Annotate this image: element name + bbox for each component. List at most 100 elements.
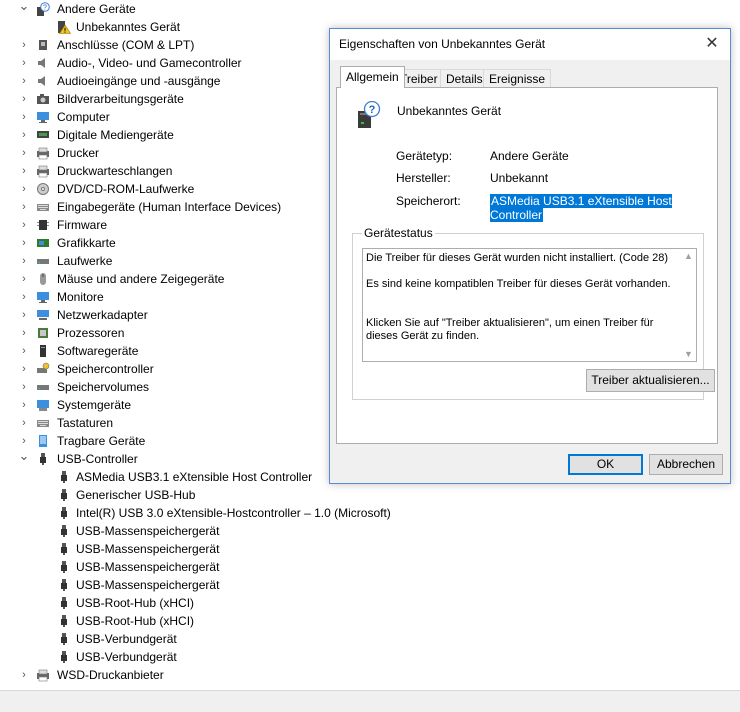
chevron-right-icon[interactable]: › xyxy=(18,72,30,90)
usb-icon xyxy=(57,560,71,574)
chevron-right-icon[interactable]: › xyxy=(18,126,30,144)
printer-icon xyxy=(36,146,50,160)
tree-device[interactable]: USB-Massenspeichergerät xyxy=(0,576,740,594)
tree-item-label: USB-Verbundgerät xyxy=(76,650,177,664)
tree-item-label: Tragbare Geräte xyxy=(57,434,146,448)
tree-item-label: Tastaturen xyxy=(57,416,114,430)
tree-item-label: USB-Root-Hub (xHCI) xyxy=(76,596,195,610)
tree-item-label: Digitale Mediengeräte xyxy=(57,128,174,142)
tree-item-label: Drucker xyxy=(57,146,100,160)
tree-item-label: USB-Massenspeichergerät xyxy=(76,578,220,592)
chevron-right-icon[interactable]: › xyxy=(18,234,30,252)
chevron-right-icon[interactable]: › xyxy=(18,396,30,414)
chevron-right-icon[interactable]: › xyxy=(18,54,30,72)
tab-ereignisse[interactable]: Ereignisse xyxy=(483,69,552,88)
chevron-right-icon[interactable]: › xyxy=(18,216,30,234)
usb-icon xyxy=(57,524,71,538)
device-type-label: Gerätetyp: xyxy=(396,149,453,163)
chevron-right-icon[interactable]: › xyxy=(18,90,30,108)
printer-icon xyxy=(36,164,50,178)
device-status-group: Gerätestatus Die Treiber für dieses Gerä… xyxy=(352,226,715,400)
scroll-up-icon[interactable]: ▲ xyxy=(681,251,696,261)
cancel-button[interactable]: Abbrechen xyxy=(649,454,723,475)
tree-device[interactable]: USB-Verbundgerät xyxy=(0,648,740,666)
svg-text:?: ? xyxy=(369,104,376,116)
chevron-down-icon[interactable]: ⌄ xyxy=(18,0,30,15)
tree-device[interactable]: USB-Massenspeichergerät xyxy=(0,540,740,558)
tree-item-label: Laufwerke xyxy=(57,254,113,268)
chevron-right-icon[interactable]: › xyxy=(18,252,30,270)
tree-category[interactable]: ⌄? Andere Geräte xyxy=(0,0,740,18)
tree-item-label: Monitore xyxy=(57,290,104,304)
device-status-textbox[interactable]: Die Treiber für dieses Gerät wurden nich… xyxy=(362,248,697,362)
tree-device[interactable]: USB-Verbundgerät xyxy=(0,630,740,648)
tree-item-label: ASMedia USB3.1 eXtensible Host Controlle… xyxy=(76,470,313,484)
chevron-right-icon[interactable]: › xyxy=(18,180,30,198)
chevron-right-icon[interactable]: › xyxy=(18,666,30,684)
usb-icon xyxy=(36,452,50,466)
media-device-icon xyxy=(36,128,50,142)
location-value-selected-text[interactable]: ASMedia USB3.1 eXtensible Host Controlle… xyxy=(490,194,672,222)
tree-item-label: Anschlüsse (COM & LPT) xyxy=(57,38,195,52)
chevron-right-icon[interactable]: › xyxy=(18,342,30,360)
usb-icon xyxy=(57,470,71,484)
tree-item-label: Druckwarteschlangen xyxy=(57,164,173,178)
unknown-device-icon: ? xyxy=(358,101,381,128)
keyboard-icon xyxy=(36,200,50,214)
tree-item-label: Unbekanntes Gerät xyxy=(76,20,181,34)
speaker-icon xyxy=(36,74,50,88)
dialog-titlebar[interactable]: Eigenschaften von Unbekanntes Gerät ✕ xyxy=(330,29,730,60)
svg-text:?: ? xyxy=(43,5,47,12)
chevron-down-icon[interactable]: ⌄ xyxy=(18,447,30,465)
status-line-code: Die Treiber für dieses Gerät wurden nich… xyxy=(366,252,669,264)
chevron-right-icon[interactable]: › xyxy=(18,144,30,162)
tree-device[interactable]: Intel(R) USB 3.0 eXtensible-Hostcontroll… xyxy=(0,504,740,522)
disc-drive-icon xyxy=(36,182,50,196)
network-icon xyxy=(36,308,50,322)
chevron-right-icon[interactable]: › xyxy=(18,162,30,180)
tree-category[interactable]: › WSD-Druckanbieter xyxy=(0,666,740,684)
tree-device[interactable]: Generischer USB-Hub xyxy=(0,486,740,504)
storage-controller-icon xyxy=(36,362,50,376)
update-driver-button[interactable]: Treiber aktualisieren... xyxy=(586,369,715,392)
monitor-icon xyxy=(36,110,50,124)
chevron-right-icon[interactable]: › xyxy=(18,378,30,396)
tree-device[interactable]: USB-Massenspeichergerät xyxy=(0,558,740,576)
tree-device[interactable]: USB-Massenspeichergerät xyxy=(0,522,740,540)
tree-item-label: Firmware xyxy=(57,218,107,232)
usb-icon xyxy=(57,650,71,664)
tree-item-label: Bildverarbeitungsgeräte xyxy=(57,92,184,106)
usb-icon xyxy=(57,614,71,628)
status-bar xyxy=(0,690,740,712)
tree-device[interactable]: USB-Root-Hub (xHCI) xyxy=(0,612,740,630)
chevron-right-icon[interactable]: › xyxy=(18,36,30,54)
chevron-right-icon[interactable]: › xyxy=(18,198,30,216)
system-device-icon xyxy=(36,398,50,412)
tree-item-label: Audioeingänge und -ausgänge xyxy=(57,74,221,88)
tab-panel-general: ? Unbekanntes Gerät Gerätetyp: Andere Ge… xyxy=(336,87,718,444)
tree-item-label: WSD-Druckanbieter xyxy=(57,668,164,682)
chevron-right-icon[interactable]: › xyxy=(18,270,30,288)
usb-icon xyxy=(57,488,71,502)
tree-item-label: Netzwerkadapter xyxy=(57,308,148,322)
usb-icon xyxy=(57,632,71,646)
chevron-right-icon[interactable]: › xyxy=(18,306,30,324)
usb-icon xyxy=(57,596,71,610)
tab-allgemein[interactable]: Allgemein xyxy=(340,66,405,88)
ok-button[interactable]: OK xyxy=(568,454,643,475)
status-scrollbar[interactable]: ▲ ▼ xyxy=(681,249,696,361)
chevron-right-icon[interactable]: › xyxy=(18,108,30,126)
location-value[interactable]: ASMedia USB3.1 eXtensible Host Controlle… xyxy=(490,194,717,222)
chevron-right-icon[interactable]: › xyxy=(18,324,30,342)
chevron-right-icon[interactable]: › xyxy=(18,288,30,306)
tree-item-label: USB-Root-Hub (xHCI) xyxy=(76,614,195,628)
scroll-down-icon[interactable]: ▼ xyxy=(681,349,696,359)
warning-device-icon xyxy=(57,20,72,34)
chevron-right-icon[interactable]: › xyxy=(18,360,30,378)
tree-device[interactable]: USB-Root-Hub (xHCI) xyxy=(0,594,740,612)
chevron-right-icon[interactable]: › xyxy=(18,414,30,432)
close-icon[interactable]: ✕ xyxy=(700,33,724,55)
software-device-icon xyxy=(36,344,50,358)
tree-item-label: Speichervolumes xyxy=(57,380,150,394)
tab-details[interactable]: Details xyxy=(440,69,489,88)
